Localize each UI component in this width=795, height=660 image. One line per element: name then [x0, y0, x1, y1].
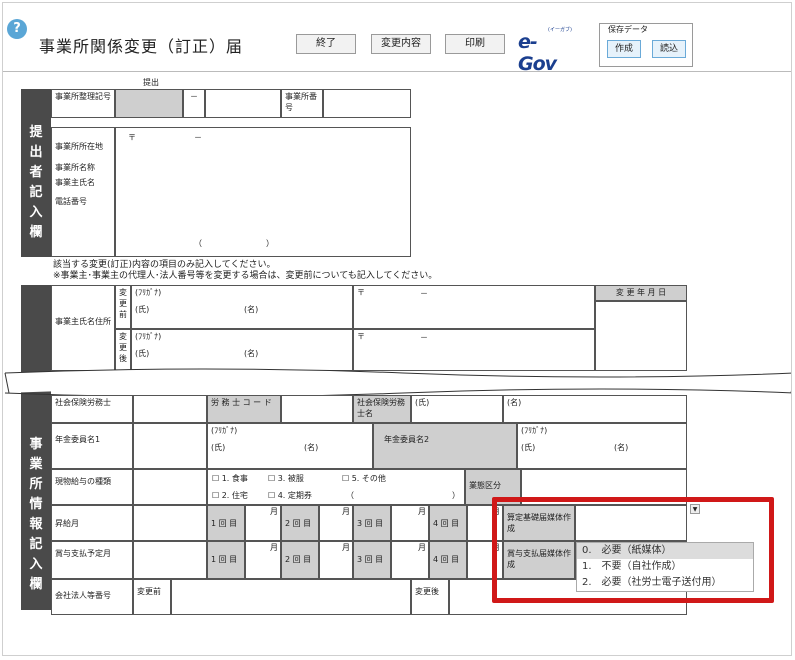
raise-round-3: 3 回 目 [353, 505, 391, 541]
print-button[interactable]: 印刷 [445, 34, 505, 54]
benefit-other-checkbox[interactable]: ☐ 5. その他 [342, 473, 386, 484]
postal-mark: 〒 [357, 288, 365, 297]
benefit-options: ☐ 1. 食事 ☐ 3. 被服 ☐ 5. その他 ☐ 2. 住宅 ☐ 4. 定期… [207, 469, 465, 505]
egov-logo-text: e-Gov [518, 31, 557, 75]
phone-label: 電話番号 [55, 197, 87, 206]
before-label: 変更前 [115, 285, 131, 329]
other-close-paren: ） [452, 491, 460, 500]
bonus-round-3: 3 回 目 [353, 541, 391, 579]
sharoushi-family-field[interactable]: (氏) [411, 395, 503, 423]
create-button[interactable]: 作成 [607, 40, 641, 58]
raise-round-1: 1 回 目 [207, 505, 245, 541]
sharoushi-field[interactable] [133, 395, 207, 423]
postal-mark: 〒 [357, 332, 365, 341]
corp-before-label: 変更前 [133, 579, 171, 615]
bonus-blank [133, 541, 207, 579]
office-no-field[interactable] [323, 89, 411, 118]
highlight-box [492, 497, 774, 603]
pension-1-blank [133, 423, 207, 469]
help-icon[interactable]: ? [7, 19, 27, 39]
other-open-paren: （ [346, 491, 354, 500]
sharoushi-given-field[interactable]: (名) [503, 395, 687, 423]
phone-close-paren: ） [266, 239, 274, 248]
given-name-label: (名) [244, 305, 259, 314]
bonus-month-2-field[interactable]: 月 [319, 541, 353, 579]
office-name-label: 事業所名称 [55, 163, 95, 172]
submitter-labels: 事業所所在地 事業所名称 事業主氏名 電話番号 [51, 127, 115, 257]
benefit-housing-checkbox[interactable]: ☐ 2. 住宅 [212, 490, 248, 501]
egov-logo[interactable]: e-Gov (イーガブ) [518, 27, 574, 75]
instruction-note-2: ※事業主･事業主の代理人･法人番号等を変更する場合は、変更前についても記入してく… [53, 271, 438, 281]
raise-month-label: 昇給月 [51, 505, 133, 541]
address-before-field[interactable]: 〒 － [353, 285, 595, 329]
owner-address-label: 事業主氏名住所 [51, 285, 115, 371]
address-label: 事業所所在地 [55, 142, 103, 151]
raise-month-3-field[interactable]: 月 [391, 505, 429, 541]
bonus-round-2: 2 回 目 [281, 541, 319, 579]
save-data-label: 保存データ [608, 25, 648, 34]
egov-logo-kana: (イーガブ) [548, 27, 572, 33]
postal-dash: － [194, 133, 202, 142]
bonus-round-4: 4 回 目 [429, 541, 467, 579]
postal-dash: － [420, 333, 428, 342]
submitter-fields[interactable]: 〒 － （ ） [115, 127, 411, 257]
pension-2-field[interactable]: (ﾌﾘｶﾞﾅ) (氏) (名) [517, 423, 687, 469]
sharoushi-label: 社会保険労務士 [51, 395, 133, 423]
raise-month-2-field[interactable]: 月 [319, 505, 353, 541]
raise-round-4: 4 回 目 [429, 505, 467, 541]
sharoushi-name-label: 社会保険労務士名 [353, 395, 411, 423]
bonus-month-1-field[interactable]: 月 [245, 541, 281, 579]
benefit-meal-checkbox[interactable]: ☐ 1. 食事 [212, 473, 248, 484]
bonus-round-1: 1 回 目 [207, 541, 245, 579]
raise-blank [133, 505, 207, 541]
exit-button[interactable]: 終了 [296, 34, 356, 54]
bonus-month-3-field[interactable]: 月 [391, 541, 429, 579]
benefit-type-label: 現物給与の種類 [51, 469, 133, 505]
office-ref-field-2[interactable] [205, 89, 281, 118]
page-title: 事業所関係変更（訂正）届 [39, 37, 244, 56]
submit-label: 提出 [143, 78, 159, 87]
change-content-button[interactable]: 変更内容 [371, 34, 431, 54]
furigana-label: (ﾌﾘｶﾞﾅ) [135, 288, 162, 297]
benefit-pass-checkbox[interactable]: ☐ 4. 定期券 [268, 490, 312, 501]
office-ref-field-1[interactable] [115, 89, 183, 118]
save-data-group: 保存データ 作成 読込 [599, 23, 693, 67]
owner-name-label: 事業主氏名 [55, 178, 95, 187]
corp-after-label: 変更後 [411, 579, 449, 615]
sharoushi-code-label: 労 務 士 コ ー ド [207, 395, 281, 423]
given-name-label: (名) [244, 349, 259, 358]
raise-month-1-field[interactable]: 月 [245, 505, 281, 541]
corp-before-field[interactable] [171, 579, 411, 615]
corp-no-label: 会社法人等番号 [51, 579, 133, 615]
office-no-label: 事業所番号 [281, 89, 323, 118]
pension-1-label: 年金委員名1 [51, 423, 133, 469]
change-date-field[interactable] [595, 301, 687, 371]
info-side-label: 事業所情報記入欄 [21, 285, 51, 610]
pension-1-field[interactable]: (ﾌﾘｶﾞﾅ) (氏) (名) [207, 423, 373, 469]
owner-before-field[interactable]: (ﾌﾘｶﾞﾅ) (氏) (名) [131, 285, 353, 329]
bonus-month-label: 賞与支払予定月 [51, 541, 133, 579]
postal-dash: － [420, 289, 428, 298]
office-ref-dash: － [183, 89, 205, 118]
instruction-note-1: 該当する変更(訂正)内容の項目のみ記入してください。 [53, 260, 276, 270]
submitter-side-label: 提出者記入欄 [21, 89, 51, 257]
change-date-label: 変 更 年 月 日 [595, 285, 687, 301]
sharoushi-code-field[interactable] [281, 395, 353, 423]
phone-open-paren: （ [194, 239, 202, 248]
header-divider [3, 71, 791, 72]
furigana-label: (ﾌﾘｶﾞﾅ) [135, 332, 162, 341]
pension-2-label: 年金委員名2 [373, 423, 517, 469]
load-button[interactable]: 読込 [652, 40, 686, 58]
benefit-clothing-checkbox[interactable]: ☐ 3. 被服 [268, 473, 304, 484]
benefit-blank [133, 469, 207, 505]
postal-mark: 〒 [128, 133, 136, 142]
form-page: ? 事業所関係変更（訂正）届 終了 変更内容 印刷 e-Gov (イーガブ) 保… [2, 2, 792, 656]
office-ref-label: 事業所整理記号 [51, 89, 115, 118]
family-name-label: (氏) [135, 305, 150, 314]
family-name-label: (氏) [135, 349, 150, 358]
raise-round-2: 2 回 目 [281, 505, 319, 541]
